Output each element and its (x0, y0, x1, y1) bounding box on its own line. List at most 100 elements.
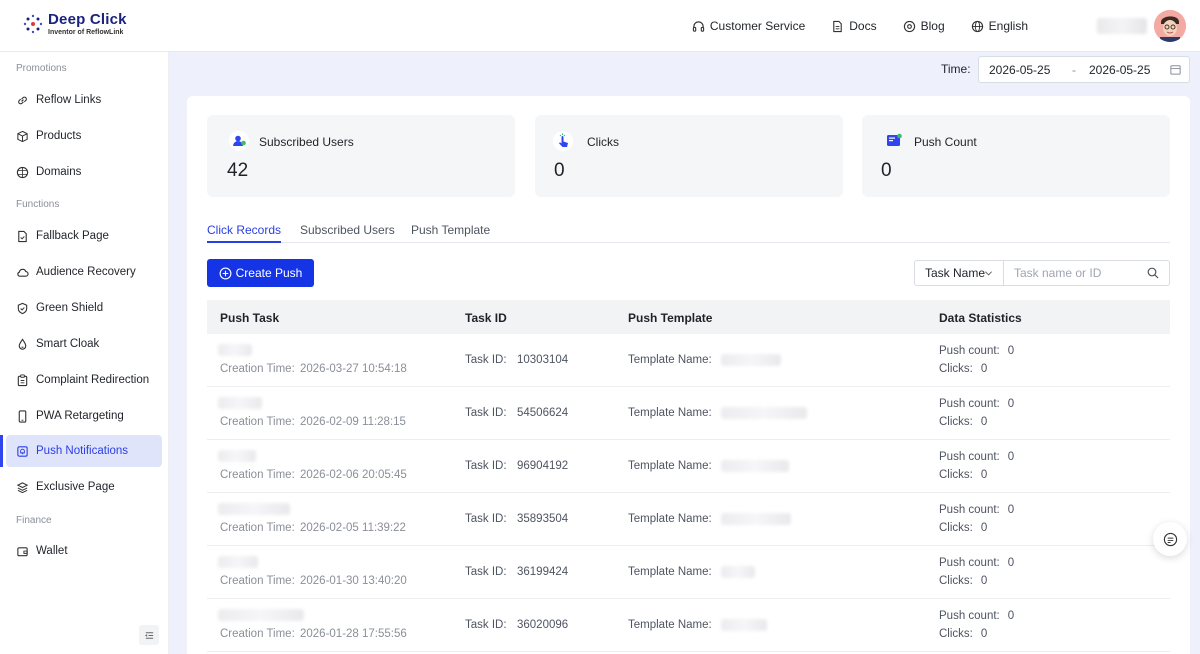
table-row[interactable]: Creation Time: 2026-01-28 17:55:56 Task ID… (207, 599, 1170, 652)
creation-time: 2026-02-06 20:05:45 (300, 469, 407, 481)
nav-docs-label: Docs (849, 19, 877, 33)
sidebar-item-label: Domains (36, 166, 82, 178)
stat-value: 0 (881, 160, 892, 181)
search-field-select[interactable]: Task Name (915, 261, 1004, 285)
sidebar-item-fallback-page[interactable]: Fallback Page (6, 220, 162, 252)
table-row[interactable]: Creation Time: 2026-03-27 10:54:18 Task ID… (207, 334, 1170, 387)
table-row[interactable]: Creation Time: 2026-02-05 11:39:22 Task ID… (207, 493, 1170, 546)
push-count-stat: Push count: 0 (939, 610, 1014, 622)
sidebar-item-domains[interactable]: Domains (6, 156, 162, 188)
time-label: Time: (941, 62, 971, 76)
clicks-label: Clicks: (939, 628, 973, 640)
creation-time-label: Creation Time: (220, 522, 295, 534)
avatar-icon (1154, 10, 1186, 42)
sidebar-item-audience-recovery[interactable]: Audience Recovery (6, 256, 162, 288)
sidebar-item-label: Smart Cloak (36, 338, 100, 350)
push-count-stat: Push count: 0 (939, 451, 1014, 463)
template-name-redacted (721, 619, 767, 631)
brand-tagline: Inventor of ReflowLink (48, 29, 124, 36)
click-icon (553, 131, 573, 151)
sidebar-item-smart-cloak[interactable]: Smart Cloak (6, 328, 162, 360)
search-icon[interactable] (1147, 267, 1159, 279)
template-name-redacted (721, 407, 807, 419)
sidebar-item-products[interactable]: Products (6, 120, 162, 152)
create-push-button[interactable]: Create Push (207, 259, 314, 287)
stat-label: Subscribed Users (259, 135, 354, 149)
avatar[interactable] (1154, 10, 1186, 42)
date-end[interactable]: 2026-05-25 (1089, 63, 1150, 77)
nav-docs[interactable]: Docs (831, 19, 877, 33)
calendar-icon[interactable] (1169, 63, 1182, 76)
creation-time: 2026-02-09 11:28:15 (300, 416, 406, 428)
task-id: 36199424 (517, 566, 569, 578)
nav-blog[interactable]: Blog (903, 19, 945, 33)
clicks-stat: Clicks: 0 (939, 522, 987, 534)
clicks-label: Clicks: (939, 575, 973, 587)
template-name-redacted (721, 566, 755, 578)
user-name-redacted[interactable] (1097, 18, 1147, 34)
tab-push-template[interactable]: Push Template (411, 223, 490, 243)
task-id: 35893504 (517, 513, 569, 525)
search-bar: Task Name (914, 260, 1170, 286)
chat-support-button[interactable] (1153, 522, 1187, 556)
template-name-label: Template Name: (628, 460, 712, 472)
clicks-stat: Clicks: 0 (939, 416, 987, 428)
sidebar-item-wallet[interactable]: Wallet (6, 535, 162, 567)
sidebar-item-reflow-links[interactable]: Reflow Links (6, 84, 162, 116)
table-row[interactable]: Creation Time: 2026-02-06 20:05:45 Task ID… (207, 440, 1170, 493)
top-header: Deep Click Inventor of ReflowLink Custom… (0, 0, 1200, 52)
template-name-redacted (721, 460, 789, 472)
search-input[interactable] (1004, 261, 1169, 285)
sidebar-item-label: Audience Recovery (36, 266, 136, 278)
cloud-icon (17, 268, 29, 277)
task-name-redacted (218, 556, 258, 568)
sidebar-item-exclusive-page[interactable]: Exclusive Page (6, 471, 162, 503)
sidebar-item-label: Reflow Links (36, 94, 102, 106)
date-separator: - (1072, 62, 1076, 77)
top-nav: Customer Service Docs Blog English (692, 0, 1028, 52)
clicks-label: Clicks: (939, 363, 973, 375)
chat-icon (1163, 532, 1177, 546)
task-id-label: Task ID: (465, 566, 507, 578)
search-select-value: Task Name (925, 266, 986, 280)
collapse-icon (144, 631, 153, 639)
tab-subscribed-users[interactable]: Subscribed Users (300, 223, 395, 243)
clicks-value: 0 (980, 628, 988, 640)
tab-click-records[interactable]: Click Records (207, 223, 282, 243)
clicks-stat: Clicks: 0 (939, 628, 987, 640)
sidebar-item-complaint-redirection[interactable]: Complaint Redirection (6, 364, 162, 396)
date-start[interactable]: 2026-05-25 (989, 63, 1050, 77)
sidebar-item-pwa-retargeting[interactable]: PWA Retargeting (6, 400, 162, 432)
brand-name: Deep Click (48, 11, 127, 28)
sidebar-item-label: Wallet (36, 545, 68, 557)
push-count-stat: Push count: 0 (939, 557, 1014, 569)
sidebar-item-push-notifications[interactable]: Push Notifications (0, 435, 162, 467)
task-id-label: Task ID: (465, 354, 507, 366)
clicks-stat: Clicks: 0 (939, 363, 987, 375)
table-row[interactable]: Creation Time: 2026-01-30 13:40:20 Task ID… (207, 546, 1170, 599)
push-count-value: 0 (1007, 451, 1015, 463)
document-icon (833, 20, 843, 32)
date-range-picker[interactable]: 2026-05-25 - 2026-05-25 (978, 56, 1190, 83)
nav-customer-service[interactable]: Customer Service (692, 19, 805, 33)
push-count-stat: Push count: 0 (939, 504, 1014, 516)
push-count-value: 0 (1007, 557, 1015, 569)
push-icon (17, 445, 28, 457)
task-id: 54506624 (517, 407, 569, 419)
sidebar-item-label: Green Shield (36, 302, 104, 314)
table-row[interactable]: Creation Time: 2026-02-09 11:28:15 Task ID… (207, 387, 1170, 440)
stat-label: Push Count (914, 135, 977, 149)
template-name-label: Template Name: (628, 566, 712, 578)
phone-icon (18, 409, 27, 423)
task-name-redacted (218, 397, 262, 409)
push-task-table: Push Task Task ID Push Template Data Sta… (207, 300, 1170, 652)
box-icon (17, 130, 28, 142)
sidebar-collapse-button[interactable] (139, 625, 159, 645)
nav-language[interactable]: English (971, 19, 1028, 33)
brand-logo[interactable]: Deep Click Inventor of ReflowLink (22, 12, 127, 36)
clicks-label: Clicks: (939, 522, 973, 534)
nav-language-label: English (988, 19, 1028, 33)
push-count-value: 0 (1007, 610, 1015, 622)
sidebar-item-green-shield[interactable]: Green Shield (6, 292, 162, 324)
stack-icon (16, 481, 29, 493)
